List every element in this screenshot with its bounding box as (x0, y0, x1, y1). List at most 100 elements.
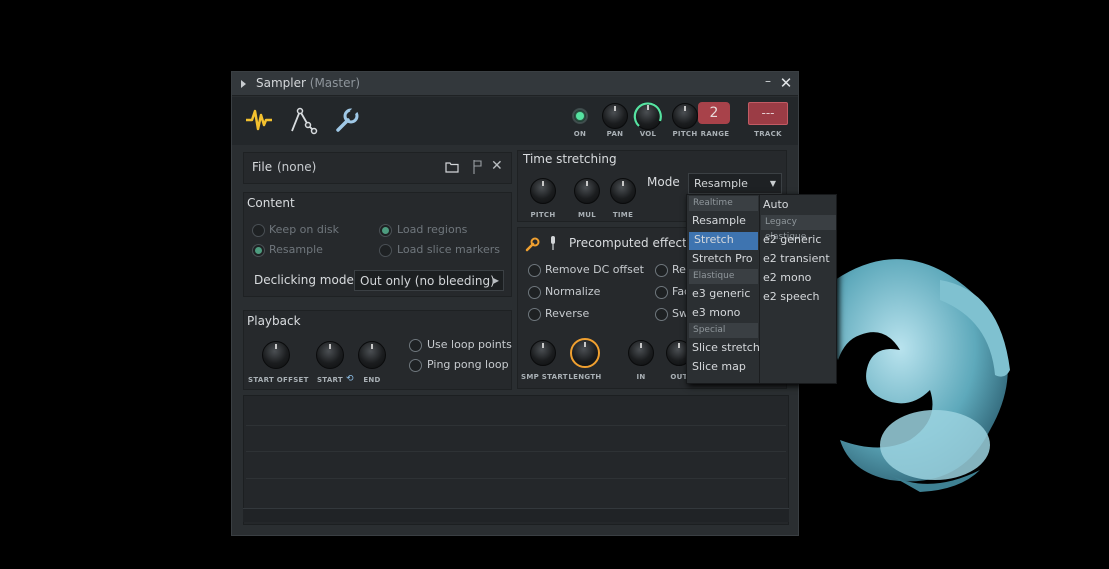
start-knob[interactable] (316, 341, 344, 369)
wrench-icon[interactable] (525, 236, 541, 252)
normalize-radio[interactable] (528, 286, 541, 299)
toolbar: ON PAN VOL PITCH 2 RANGE --- TRACK (232, 97, 798, 145)
wrench-icon[interactable] (332, 105, 362, 135)
in-label: IN (636, 373, 646, 381)
horizontal-scrollbar[interactable] (243, 508, 789, 522)
file-panel: File (none) ✕ (243, 152, 512, 184)
precomputed-heading: Precomputed effects (569, 236, 694, 250)
loop-link-icon[interactable]: ⟲ (346, 374, 354, 384)
ping-pong-loop-label: Ping pong loop (427, 358, 509, 371)
pan-knob[interactable] (602, 103, 628, 129)
pitch-knob[interactable] (672, 103, 698, 129)
pitch-label: PITCH (672, 130, 698, 138)
grid-line (246, 425, 786, 426)
ts-pitch-knob[interactable] (530, 178, 556, 204)
ts-time-knob[interactable] (610, 178, 636, 204)
reverse-label: Reverse (545, 307, 590, 320)
minimize-button[interactable]: – (762, 74, 774, 88)
menu-item-slice-stretch[interactable]: Slice stretch (692, 341, 760, 354)
start-offset-label: START OFFSET (248, 376, 309, 384)
ts-time-label: TIME (612, 211, 634, 219)
length-label: LENGTH (568, 373, 602, 381)
wave-sparkle-icon[interactable] (244, 105, 274, 135)
playback-heading: Playback (247, 314, 301, 328)
normalize-label: Normalize (545, 285, 601, 298)
window-title: Sampler (Master) (256, 76, 361, 90)
volume-knob[interactable] (633, 102, 662, 130)
smp-start-knob[interactable] (530, 340, 556, 366)
file-value: (none) (277, 160, 317, 174)
fade-stereo-radio[interactable] (655, 286, 668, 299)
microphone-icon[interactable] (548, 235, 558, 251)
menu-item-resample[interactable]: Resample (692, 214, 746, 227)
pan-label: PAN (606, 130, 624, 138)
keep-on-disk-radio[interactable] (252, 224, 265, 237)
volume-label: VOL (639, 130, 657, 138)
track-label: TRACK (754, 130, 782, 138)
in-knob[interactable] (628, 340, 654, 366)
mode-value: Resample (694, 177, 748, 190)
menu-item-e2-mono[interactable]: e2 mono (763, 271, 811, 284)
smp-start-label: SMP START (521, 373, 568, 381)
load-slice-markers-label: Load slice markers (397, 243, 501, 256)
start-offset-knob[interactable] (262, 341, 290, 369)
on-indicator[interactable] (572, 108, 588, 124)
remove-dc-offset-label: Remove DC offset (545, 263, 644, 276)
declicking-dropdown[interactable]: Out only (no bleeding) ▶ (354, 270, 504, 291)
mode-label: Mode (647, 175, 680, 189)
end-knob[interactable] (358, 341, 386, 369)
use-loop-points-label: Use loop points (427, 338, 512, 351)
collapse-arrow-icon[interactable] (241, 80, 246, 88)
clear-file-icon[interactable]: ✕ (491, 158, 503, 174)
menu-item-e2-speech[interactable]: e2 speech (763, 290, 820, 303)
title-bar[interactable]: Sampler (Master) – ✕ (232, 72, 798, 96)
length-knob[interactable] (570, 338, 600, 368)
flag-marker-icon[interactable] (472, 159, 484, 175)
mode-dropdown[interactable]: Resample ▼ (688, 173, 782, 194)
menu-header-legacy-elastique: Legacy elastique (761, 215, 836, 242)
content-panel: Content Keep on disk Load regions Resamp… (243, 192, 512, 297)
load-slice-markers-radio[interactable] (379, 244, 392, 257)
menu-item-e2-generic[interactable]: e2 generic (763, 233, 821, 246)
grid-line (246, 478, 786, 479)
menu-item-e3-mono[interactable]: e3 mono (692, 306, 740, 319)
menu-item-e3-generic[interactable]: e3 generic (692, 287, 750, 300)
menu-item-stretch[interactable]: Stretch (694, 233, 734, 246)
declicking-label: Declicking mode (254, 273, 354, 287)
grid-line (246, 451, 786, 452)
resample-label: Resample (269, 243, 323, 256)
mode-menu: Realtime Resample Stretch Stretch Pro El… (686, 194, 837, 384)
range-label: RANGE (700, 130, 730, 138)
use-loop-points-radio[interactable] (409, 339, 422, 352)
ping-pong-loop-radio[interactable] (409, 359, 422, 372)
range-value[interactable]: 2 (698, 102, 730, 124)
folder-icon[interactable] (445, 161, 459, 173)
reverse-radio[interactable] (528, 308, 541, 321)
keep-on-disk-label: Keep on disk (269, 223, 340, 236)
close-button[interactable]: ✕ (779, 75, 793, 91)
chevron-down-icon: ▼ (769, 179, 776, 188)
swap-stereo-radio[interactable] (655, 308, 668, 321)
load-regions-radio[interactable] (379, 224, 392, 237)
track-selector[interactable]: --- (748, 102, 788, 125)
menu-item-slice-map[interactable]: Slice map (692, 360, 746, 373)
end-label: END (363, 376, 381, 384)
ts-mul-knob[interactable] (574, 178, 600, 204)
menu-item-auto[interactable]: Auto (763, 198, 789, 211)
menu-header-special: Special (689, 323, 758, 338)
time-stretching-heading: Time stretching (523, 152, 617, 166)
content-heading: Content (247, 196, 295, 210)
declicking-value: Out only (no bleeding) (360, 274, 495, 288)
envelope-icon[interactable] (288, 105, 318, 135)
ts-pitch-label: PITCH (530, 211, 556, 219)
waveform-area[interactable] (243, 395, 789, 525)
file-label: File (252, 160, 273, 174)
remove-dc-offset-radio[interactable] (528, 264, 541, 277)
chevron-right-icon: ▶ (492, 276, 499, 285)
menu-item-stretch-pro[interactable]: Stretch Pro (692, 252, 753, 265)
resample-radio[interactable] (252, 244, 265, 257)
reverse-polarity-radio[interactable] (655, 264, 668, 277)
menu-item-e2-transient[interactable]: e2 transient (763, 252, 830, 265)
start-label: START (316, 376, 344, 384)
on-label: ON (573, 130, 587, 138)
